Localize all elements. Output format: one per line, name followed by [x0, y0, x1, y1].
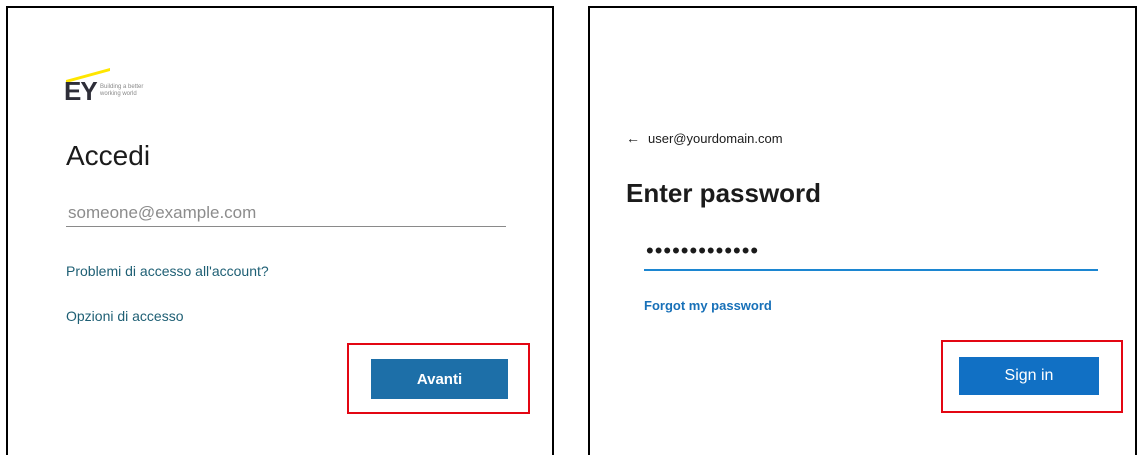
left-signin-panel: EY Building a better working world Acced… [6, 6, 554, 455]
account-back-row[interactable]: ← user@yourdomain.com [626, 130, 783, 146]
email-field[interactable] [66, 199, 506, 227]
next-button[interactable]: Avanti [371, 359, 508, 399]
page-title: Accedi [66, 140, 151, 171]
password-field[interactable]: ••••••••••••• [644, 237, 1098, 271]
signin-button[interactable]: Sign in [959, 357, 1099, 395]
page-title: Enter password [626, 178, 822, 208]
ey-logo: EY Building a better working world [64, 64, 184, 104]
ey-logo-letters: EY [64, 76, 98, 106]
ey-logo-tagline: Building a better working world [100, 84, 144, 97]
right-password-panel: ← user@yourdomain.com Enter password ••••… [588, 6, 1137, 455]
account-email: user@yourdomain.com [648, 131, 783, 146]
forgot-password-link[interactable]: Forgot my password [644, 298, 772, 313]
signin-options-link[interactable]: Opzioni di accesso [66, 308, 184, 324]
back-arrow-icon[interactable]: ← [626, 130, 640, 146]
account-problems-link[interactable]: Problemi di accesso all'account? [66, 263, 269, 279]
